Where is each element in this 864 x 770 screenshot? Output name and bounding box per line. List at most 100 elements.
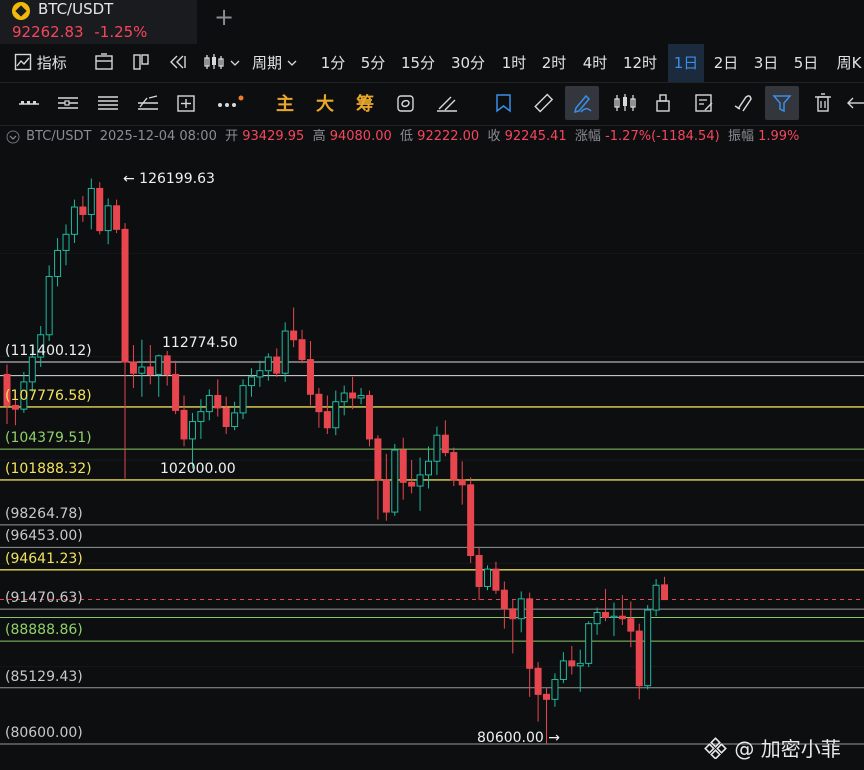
candle-38[interactable]: [323, 395, 331, 434]
candle-39[interactable]: [332, 390, 340, 436]
candle-24[interactable]: [205, 389, 213, 421]
more-tools-button[interactable]: [213, 86, 247, 120]
layout-button[interactable]: [94, 44, 114, 82]
candle-34[interactable]: [290, 307, 298, 348]
delete-tool[interactable]: [806, 86, 840, 120]
horizontal-ray-tool[interactable]: [12, 86, 46, 120]
candle-27[interactable]: [231, 401, 239, 431]
candle-70[interactable]: [593, 607, 601, 635]
split-view-button[interactable]: [132, 44, 150, 82]
candle-6[interactable]: [54, 238, 62, 287]
candle-67[interactable]: [568, 646, 576, 675]
candle-77[interactable]: [652, 579, 660, 617]
candle-52[interactable]: [441, 420, 449, 457]
candle-78[interactable]: [661, 576, 669, 601]
candle-42[interactable]: [357, 388, 365, 405]
period-3[interactable]: 30分: [447, 44, 489, 82]
candle-settings-tool[interactable]: [608, 86, 642, 120]
candle-48[interactable]: [408, 460, 416, 494]
candle-71[interactable]: [602, 588, 610, 622]
candle-66[interactable]: [559, 652, 567, 684]
candle-30[interactable]: [256, 360, 264, 387]
filter-tool[interactable]: [765, 86, 799, 120]
measure-tool[interactable]: [170, 86, 204, 120]
eraser-tool[interactable]: [430, 86, 464, 120]
candle-29[interactable]: [247, 368, 255, 397]
candle-17[interactable]: [146, 344, 154, 385]
candle-40[interactable]: [340, 385, 348, 416]
channel-tool[interactable]: [91, 86, 125, 120]
period-8[interactable]: 1日: [668, 44, 704, 82]
parallel-lines-tool[interactable]: [51, 86, 85, 120]
symbol-tab[interactable]: BTC/USDT 92262.83 -1.25%: [0, 0, 197, 44]
candle-54[interactable]: [458, 461, 466, 505]
period-6[interactable]: 4时: [578, 44, 612, 82]
candle-12[interactable]: [104, 198, 112, 245]
candle-53[interactable]: [450, 447, 458, 487]
period-11[interactable]: 5日: [789, 44, 823, 82]
draw-text-button-1[interactable]: 大: [316, 90, 334, 116]
rewind-button[interactable]: [168, 44, 188, 82]
candle-23[interactable]: [197, 399, 205, 439]
period-1[interactable]: 5分: [356, 44, 390, 82]
candle-74[interactable]: [627, 601, 635, 648]
candle-44[interactable]: [374, 435, 382, 520]
candle-35[interactable]: [298, 329, 306, 364]
candle-45[interactable]: [382, 453, 390, 521]
candle-5[interactable]: [45, 265, 53, 341]
candle-20[interactable]: [172, 360, 180, 415]
period-0[interactable]: 1分: [316, 44, 350, 82]
candle-9[interactable]: [79, 195, 87, 222]
collapse-toolbar-button[interactable]: [844, 86, 864, 120]
candle-76[interactable]: [644, 605, 652, 690]
candle-16[interactable]: [138, 339, 146, 397]
candle-49[interactable]: [416, 457, 424, 511]
candle-33[interactable]: [281, 322, 289, 382]
bookmark-tool[interactable]: [487, 86, 521, 120]
candle-50[interactable]: [425, 446, 432, 489]
candle-28[interactable]: [239, 379, 247, 420]
candle-59[interactable]: [500, 581, 508, 629]
candle-56[interactable]: [475, 546, 483, 601]
trend-lines-tool[interactable]: [131, 86, 165, 120]
candle-19[interactable]: [163, 350, 171, 386]
candlestick-chart[interactable]: [0, 150, 864, 770]
candle-65[interactable]: [551, 673, 559, 707]
candle-72[interactable]: [610, 602, 618, 637]
candle-69[interactable]: [585, 621, 593, 668]
chart-type-button[interactable]: [203, 44, 240, 82]
period-2[interactable]: 15分: [397, 44, 439, 82]
candle-47[interactable]: [399, 437, 407, 500]
ruler-tool[interactable]: [526, 86, 560, 120]
period-9[interactable]: 2日: [709, 44, 743, 82]
candle-57[interactable]: [484, 565, 492, 591]
add-tab-icon[interactable]: +: [214, 3, 234, 31]
candle-15[interactable]: [129, 344, 137, 389]
candle-37[interactable]: [315, 388, 323, 428]
candle-31[interactable]: [264, 353, 272, 381]
candle-61[interactable]: [517, 591, 525, 633]
candle-8[interactable]: [70, 199, 78, 243]
period-dropdown[interactable]: 周期: [252, 44, 297, 82]
candle-60[interactable]: [509, 598, 517, 654]
period-4[interactable]: 1时: [497, 44, 531, 82]
candle-41[interactable]: [349, 376, 357, 410]
indicator-button[interactable]: 指标: [14, 44, 67, 82]
candle-46[interactable]: [391, 443, 399, 516]
candle-32[interactable]: [273, 348, 281, 377]
period-7[interactable]: 12时: [618, 44, 662, 82]
period-5[interactable]: 2时: [537, 44, 571, 82]
draw-text-button-2[interactable]: 筹: [356, 90, 374, 116]
candle-51[interactable]: [433, 426, 441, 475]
candle-58[interactable]: [492, 561, 500, 594]
candle-13[interactable]: [113, 199, 121, 234]
candle-62[interactable]: [526, 592, 534, 697]
sync-tool[interactable]: [389, 86, 423, 120]
candle-11[interactable]: [96, 182, 104, 235]
period-12[interactable]: 周K: [830, 44, 864, 82]
candle-10[interactable]: [87, 178, 95, 230]
draw-text-button-0[interactable]: 主: [276, 90, 294, 116]
candle-14[interactable]: [121, 223, 129, 479]
collapse-chevron-icon[interactable]: [4, 125, 22, 149]
candle-21[interactable]: [180, 395, 188, 447]
